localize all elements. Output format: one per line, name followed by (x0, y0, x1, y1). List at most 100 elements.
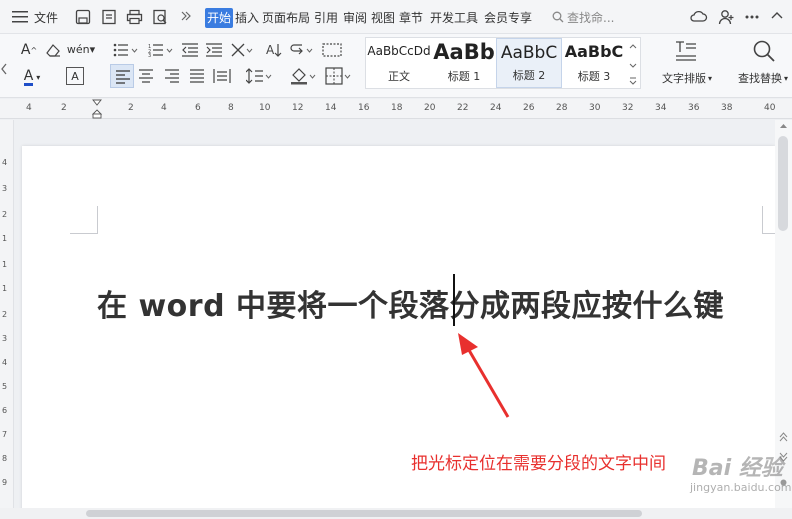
ruler-tick: 34 (655, 103, 667, 113)
tab-home[interactable]: 开始 (205, 8, 234, 28)
font-color-button[interactable]: A ▾ (18, 66, 46, 88)
ruler-tick: 32 (622, 103, 634, 113)
menu-icon[interactable] (12, 10, 28, 24)
top-bar: 文件 开始 插入 页面布局 引用 审阅 视图 章节 开发工具 会员专享 查找命.… (0, 0, 792, 34)
document-page[interactable]: 在 word 中要将一个段落分成两段应按什么键 把光标定位在需要分段的文字中间 (22, 146, 790, 519)
ribbon-home: A ^ wén▾ A ▾ A 123 A AaBbCcDd 正文 AaBb 标题… (0, 34, 792, 98)
vruler-tick: 5 (2, 382, 8, 391)
ruler-tick: 28 (556, 103, 568, 113)
tab-page-layout[interactable]: 页面布局 (262, 8, 310, 28)
document-heading[interactable]: 在 word 中要将一个段落分成两段应按什么键 (97, 281, 724, 325)
tab-references[interactable]: 引用 (314, 8, 338, 28)
clear-format-icon[interactable] (44, 43, 62, 57)
svg-text:3: 3 (148, 53, 151, 57)
tab-review[interactable]: 审阅 (343, 8, 367, 28)
find-replace-label: 查找替换 (737, 72, 782, 85)
more-chevron-icon[interactable] (180, 9, 192, 23)
ruler-tick: 40 (764, 103, 776, 113)
numbered-list-icon[interactable]: 123 (148, 43, 174, 57)
vruler-tick: 1 (2, 234, 8, 243)
style-heading-1-preview: AaBb (433, 40, 495, 64)
vruler-tick: 4 (2, 158, 8, 167)
text-layout-icon[interactable] (674, 40, 698, 62)
style-heading-1[interactable]: AaBb 标题 1 (432, 38, 496, 88)
grow-font-button[interactable]: A ^ (18, 40, 40, 60)
text-layout-label: 文字排版 (661, 72, 706, 85)
style-heading-2-preview: AaBbC (500, 43, 558, 63)
vruler-tick: 3 (2, 334, 8, 343)
bullet-list-icon[interactable] (113, 43, 139, 57)
increase-indent-icon[interactable] (206, 43, 222, 57)
tab-insert[interactable]: 插入 (235, 8, 259, 28)
ruler-tick: 8 (228, 103, 234, 113)
style-heading-3-label: 标题 3 (577, 70, 611, 83)
save-icon[interactable] (75, 9, 91, 25)
ruler-tick: 18 (391, 103, 403, 113)
shading-icon[interactable] (290, 67, 316, 85)
vruler-tick: 6 (2, 406, 8, 415)
tab-section[interactable]: 章节 (399, 8, 423, 28)
vertical-ruler[interactable]: 4 3 2 1 1 1 2 3 4 5 6 7 8 9 (0, 120, 14, 510)
tab-developer[interactable]: 开发工具 (430, 8, 478, 28)
ruler-tick: 30 (589, 103, 601, 113)
style-normal-label: 正文 (388, 70, 410, 83)
more-options-icon[interactable] (744, 9, 760, 25)
horizontal-ruler[interactable]: 4 2 2 4 6 8 10 12 14 16 18 20 22 24 26 2… (0, 99, 792, 119)
table-tools-icon[interactable] (322, 43, 342, 57)
cloud-sync-icon[interactable] (690, 9, 708, 25)
line-spacing-icon[interactable] (246, 67, 272, 85)
ruler-tick: 10 (259, 103, 271, 113)
style-heading-3[interactable]: AaBbC 标题 3 (562, 38, 626, 88)
watermark-url: jingyan.baidu.com (690, 481, 792, 494)
show-marks-icon[interactable] (290, 42, 314, 58)
justify-icon[interactable] (189, 68, 205, 84)
align-center-icon[interactable] (138, 68, 154, 84)
char-border-button[interactable]: A (66, 67, 84, 85)
ruler-tick: 20 (424, 103, 436, 113)
style-heading-2[interactable]: AaBbC 标题 2 (496, 38, 562, 88)
text-layout-button[interactable]: 文字排版 ▾ (652, 70, 722, 86)
ruler-tick: 38 (721, 103, 733, 113)
style-normal-preview: AaBbCcDd (367, 44, 431, 58)
ruler-tick: 16 (358, 103, 370, 113)
style-heading-3-preview: AaBbC (564, 42, 624, 61)
share-user-icon[interactable] (718, 9, 735, 25)
sort-icon[interactable]: A (266, 42, 282, 58)
find-replace-icon[interactable] (752, 39, 776, 63)
tab-member[interactable]: 会员专享 (484, 8, 532, 28)
prev-page-icon[interactable] (779, 432, 788, 442)
align-right-icon[interactable] (164, 68, 180, 84)
ruler-tick: 2 (128, 103, 134, 113)
distributed-align-icon[interactable] (213, 68, 231, 84)
vertical-scroll-thumb[interactable] (778, 136, 788, 231)
search-input[interactable]: 查找命... (567, 8, 637, 28)
ruler-tick: 24 (490, 103, 502, 113)
align-left-button[interactable] (110, 64, 134, 88)
vruler-tick: 4 (2, 358, 8, 367)
vruler-tick: 1 (2, 260, 8, 269)
phonetic-guide-button[interactable]: wén▾ (66, 38, 96, 60)
borders-icon[interactable] (325, 67, 351, 85)
print-icon[interactable] (126, 9, 143, 25)
horizontal-scrollbar[interactable] (0, 508, 792, 519)
styles-scroll-icon[interactable] (628, 40, 638, 86)
ruler-tick: 22 (457, 103, 469, 113)
indent-marker-icon[interactable] (92, 99, 102, 119)
decrease-indent-icon[interactable] (182, 43, 198, 57)
vruler-tick: 3 (2, 184, 8, 193)
collapse-ribbon-icon[interactable] (770, 9, 784, 23)
ribbon-scroll-left-icon[interactable] (0, 62, 8, 76)
chinese-layout-icon[interactable] (230, 42, 254, 58)
tab-view[interactable]: 视图 (371, 8, 395, 28)
export-pdf-icon[interactable] (101, 9, 117, 25)
svg-text:A: A (266, 43, 275, 57)
scroll-up-icon[interactable] (779, 122, 788, 130)
search-icon (552, 11, 564, 23)
file-menu[interactable]: 文件 (34, 9, 58, 27)
style-normal[interactable]: AaBbCcDd 正文 (366, 38, 432, 88)
find-replace-button[interactable]: 查找替换 ▾ (732, 70, 792, 86)
ruler-tick: 6 (195, 103, 201, 113)
print-preview-icon[interactable] (152, 9, 168, 25)
vruler-tick: 2 (2, 310, 8, 319)
horizontal-scroll-thumb[interactable] (86, 510, 642, 517)
